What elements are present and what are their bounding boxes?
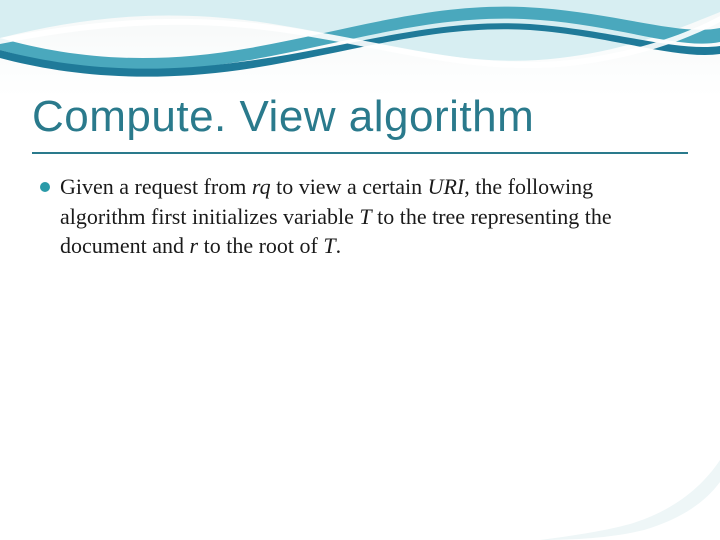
bullet-text: Given a request from rq to view a certai… [60, 172, 672, 261]
plain-text: Given a request from [60, 174, 252, 199]
plain-text: to view a certain [271, 174, 428, 199]
italic-text: URI [428, 174, 465, 199]
title-underline [32, 152, 688, 154]
italic-text: T [359, 204, 371, 229]
italic-text: rq [252, 174, 271, 199]
corner-decoration [540, 420, 720, 540]
bullet-item: Given a request from rq to view a certai… [40, 172, 672, 261]
italic-text: T [323, 233, 335, 258]
italic-text: r [190, 233, 199, 258]
slide-title: Compute. View algorithm [32, 92, 688, 142]
slide: Compute. View algorithm Given a request … [0, 0, 720, 540]
bullet-icon [40, 182, 50, 192]
plain-text: to the root of [198, 233, 323, 258]
wave-decoration [0, 0, 720, 90]
slide-body: Given a request from rq to view a certai… [40, 172, 672, 261]
plain-text: . [336, 233, 342, 258]
